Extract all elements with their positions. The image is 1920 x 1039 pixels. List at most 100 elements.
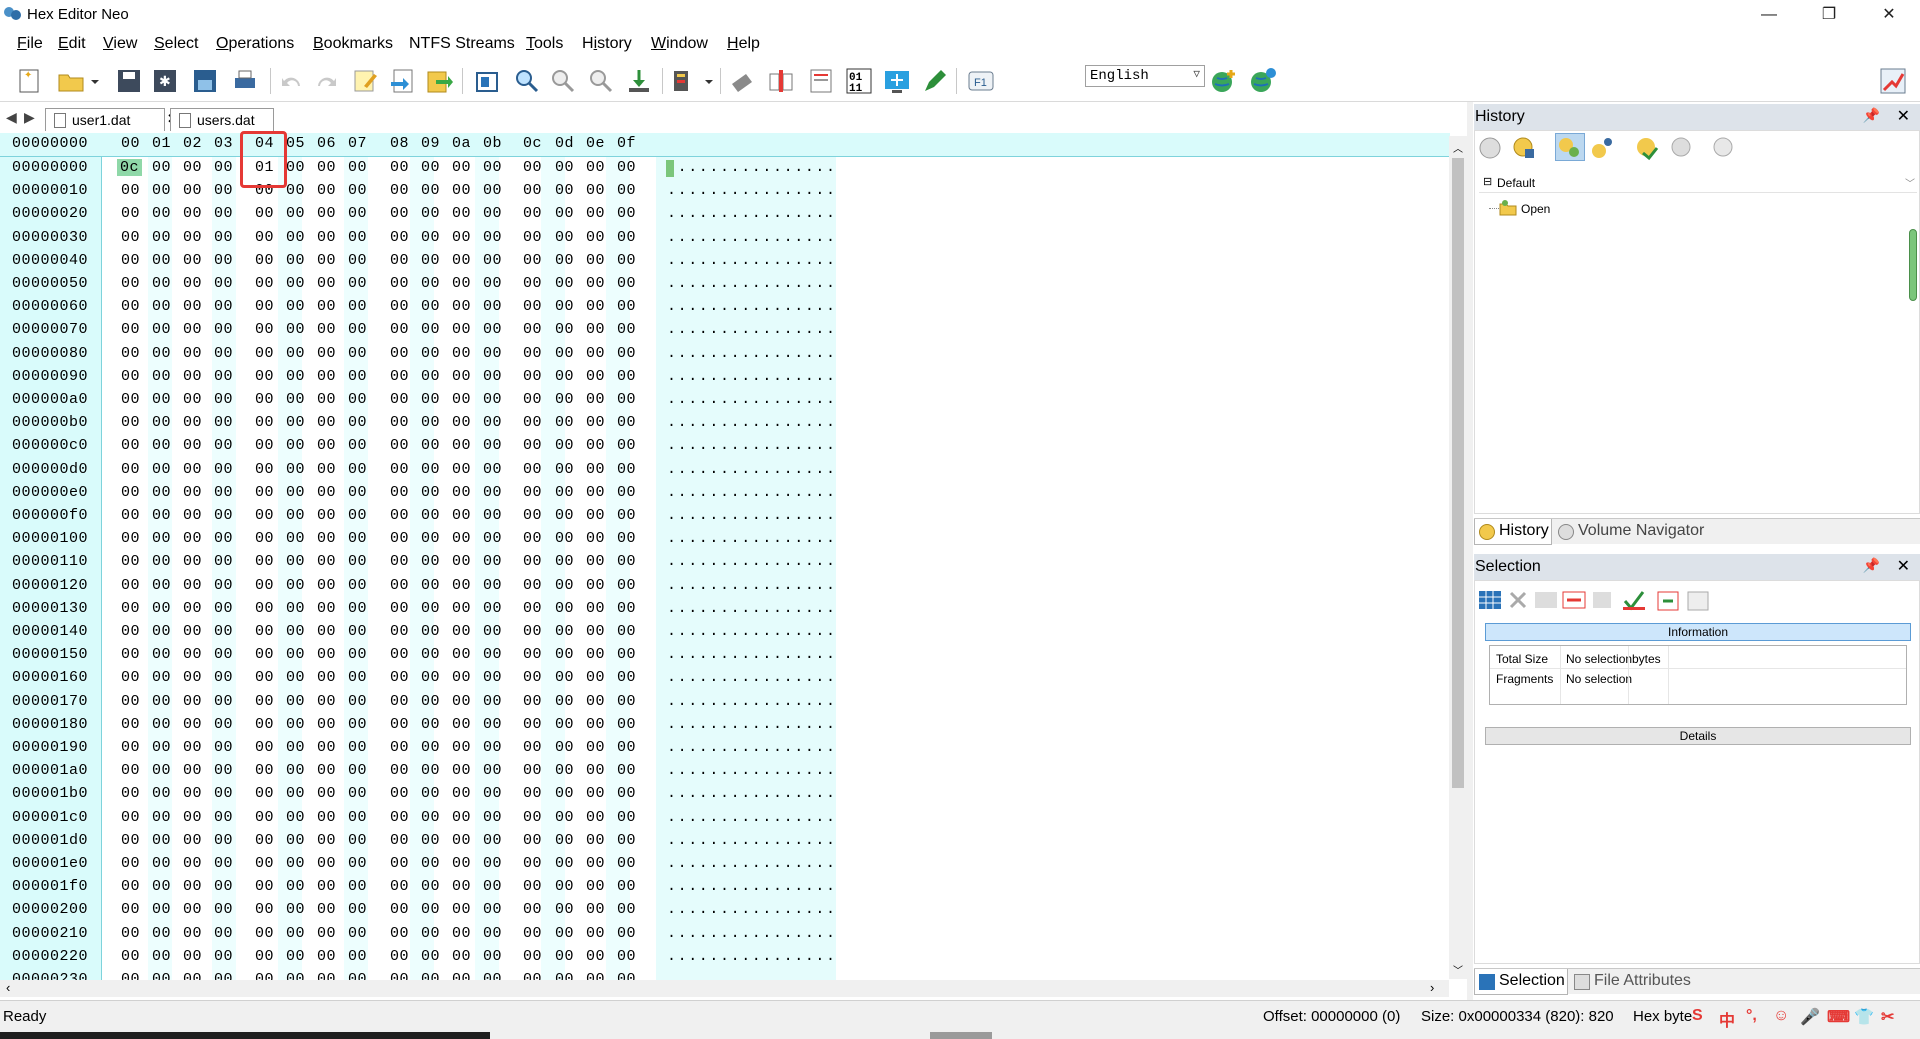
tray-icon[interactable]: ☺ [1773,1007,1789,1025]
hex-byte[interactable]: 00 [483,809,502,826]
hex-byte[interactable]: 00 [483,321,502,338]
hex-byte[interactable]: 00 [523,971,542,980]
hex-byte[interactable]: 00 [421,669,440,686]
hex-byte[interactable]: 00 [152,901,171,918]
hex-byte[interactable]: 00 [183,785,202,802]
ascii-text[interactable]: ................ [667,159,837,176]
find-icon[interactable] [512,66,542,96]
hex-row[interactable]: 000000d0 00 00 00 00 00 00 00 00 00 00 00 00 00 00 00 00… [0,459,1450,482]
hex-byte[interactable]: 00 [152,437,171,454]
tab-user1-dat[interactable]: user1.dat ✕ [45,108,178,131]
hex-byte[interactable]: 00 [555,716,574,733]
hex-byte[interactable]: 00 [121,693,140,710]
fullscreen-icon[interactable] [882,66,912,96]
hex-byte[interactable]: 00 [586,553,605,570]
hex-byte[interactable]: 00 [523,762,542,779]
hex-byte[interactable]: 00 [214,368,233,385]
hex-row[interactable]: 00000140 00 00 00 00 00 00 00 00 00 00 00 00 00 00 00 00… [0,621,1450,644]
hex-byte[interactable]: 00 [255,275,274,292]
hex-byte[interactable]: 00 [317,785,336,802]
hex-byte[interactable]: 00 [483,762,502,779]
hex-byte[interactable]: 00 [390,252,409,269]
hex-byte[interactable]: 00 [617,461,636,478]
hex-byte[interactable]: 00 [523,368,542,385]
hex-byte[interactable]: 00 [586,716,605,733]
hex-byte[interactable]: 00 [183,507,202,524]
hex-byte[interactable]: 00 [586,901,605,918]
hex-byte[interactable]: 00 [390,739,409,756]
hex-byte[interactable]: 00 [121,577,140,594]
hex-byte[interactable]: 00 [348,414,367,431]
hex-byte[interactable]: 00 [121,785,140,802]
hex-byte[interactable]: 00 [255,716,274,733]
hex-row[interactable]: 000001f0 00 00 00 00 00 00 00 00 00 00 00 00 00 00 00 00… [0,876,1450,899]
hex-byte[interactable]: 00 [348,669,367,686]
hex-byte[interactable]: 00 [555,669,574,686]
hex-byte[interactable]: 00 [421,739,440,756]
hex-byte[interactable]: 00 [617,901,636,918]
hex-byte[interactable]: 00 [214,600,233,617]
tray-icon[interactable]: °, [1746,1007,1757,1025]
tray-icon[interactable]: S [1692,1007,1703,1025]
hex-byte[interactable]: 00 [255,646,274,663]
hex-byte[interactable]: 00 [214,577,233,594]
hex-byte[interactable]: 00 [286,461,305,478]
hex-byte[interactable]: 00 [348,507,367,524]
hex-byte[interactable]: 00 [214,925,233,942]
hex-byte[interactable]: 00 [617,577,636,594]
add-language-icon[interactable] [1209,66,1239,96]
hex-row[interactable]: 000001a0 00 00 00 00 00 00 00 00 00 00 00 00 00 00 00 00… [0,760,1450,783]
deselect-icon[interactable] [1505,587,1531,613]
hex-byte[interactable]: 00 [183,205,202,222]
hex-byte[interactable]: 00 [586,971,605,980]
hex-byte[interactable]: 00 [183,321,202,338]
hex-byte[interactable]: 00 [152,275,171,292]
hex-byte[interactable]: 00 [152,461,171,478]
hex-byte[interactable]: 00 [255,855,274,872]
hex-byte[interactable]: 00 [390,484,409,501]
hex-byte[interactable]: 00 [617,739,636,756]
hex-byte[interactable]: 00 [152,878,171,895]
hex-byte[interactable]: 00 [617,159,636,176]
hex-byte[interactable]: 00 [183,484,202,501]
hex-byte[interactable]: 00 [523,855,542,872]
hex-byte[interactable]: 00 [617,182,636,199]
hex-row[interactable]: 00000110 00 00 00 00 00 00 00 00 00 00 00 00 00 00 00 00… [0,551,1450,574]
help-f1-icon[interactable]: F1 [966,66,996,96]
hex-byte[interactable]: 00 [483,832,502,849]
hex-byte[interactable]: 00 [214,414,233,431]
hex-byte[interactable]: 00 [586,252,605,269]
hex-byte[interactable]: 00 [617,925,636,942]
properties-icon[interactable] [472,66,502,96]
hex-byte[interactable]: 00 [183,623,202,640]
ascii-text[interactable]: ................ [667,182,837,199]
hex-byte[interactable]: 00 [317,646,336,663]
menu-help[interactable]: Help [727,35,760,53]
hex-byte[interactable]: 00 [390,600,409,617]
tab-file-attributes[interactable]: File Attributes [1570,969,1730,995]
tray-icon[interactable]: ✂ [1881,1007,1894,1027]
hex-byte[interactable]: 00 [452,484,471,501]
hex-byte[interactable]: 00 [452,623,471,640]
hex-byte[interactable]: 00 [183,716,202,733]
close-panel-icon[interactable]: ✕ [1897,556,1910,576]
hex-byte[interactable]: 00 [586,229,605,246]
hex-byte[interactable]: 00 [390,298,409,315]
hex-byte[interactable]: 00 [421,182,440,199]
hex-byte[interactable]: 00 [483,716,502,733]
hex-byte[interactable]: 00 [152,159,171,176]
ascii-text[interactable]: ................ [667,925,837,942]
hex-byte[interactable]: 00 [452,461,471,478]
hex-row[interactable]: 00000130 00 00 00 00 00 00 00 00 00 00 00 00 00 00 00 00… [0,598,1450,621]
hex-byte[interactable]: 00 [317,205,336,222]
hex-byte[interactable]: 00 [523,461,542,478]
hex-byte[interactable]: 00 [586,878,605,895]
hex-byte[interactable]: 00 [348,205,367,222]
hex-byte[interactable]: 00 [152,855,171,872]
hex-byte[interactable]: 00 [183,948,202,965]
hex-byte[interactable]: 00 [214,484,233,501]
hex-byte[interactable]: 00 [586,948,605,965]
hex-byte[interactable]: 00 [348,925,367,942]
hex-byte[interactable]: 00 [317,368,336,385]
hex-byte[interactable]: 00 [286,507,305,524]
